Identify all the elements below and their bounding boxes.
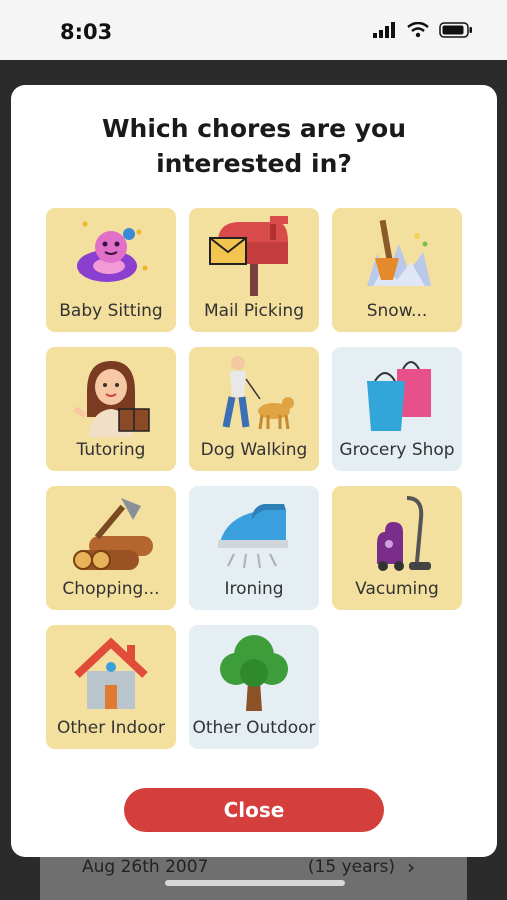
chore-label: Chopping... (62, 579, 160, 599)
chore-tile-snow[interactable]: Snow... (332, 208, 462, 332)
chore-tile-chopping[interactable]: Chopping... (46, 486, 176, 610)
vacuum-icon (377, 496, 431, 571)
chore-tile-grocery-shop[interactable]: Grocery Shop (332, 347, 462, 471)
chore-label: Mail Picking (203, 301, 305, 321)
chore-tile-other-indoor[interactable]: Other Indoor (46, 625, 176, 749)
chore-label: Other Outdoor (192, 718, 316, 738)
chevron-right-icon: › (407, 855, 415, 879)
status-bar: 8:03 (0, 0, 507, 60)
shopping-bags-icon (367, 361, 431, 431)
chore-tile-baby-sitting[interactable]: Baby Sitting (46, 208, 176, 332)
chore-tile-tutoring[interactable]: Tutoring (46, 347, 176, 471)
battery-icon (439, 22, 472, 38)
chore-tile-dog-walking[interactable]: Dog Walking (189, 347, 319, 471)
iron-icon (218, 504, 288, 569)
chore-tile-ironing[interactable]: Ironing (189, 486, 319, 610)
snow-shovel-icon (367, 219, 431, 286)
mailbox-icon (209, 216, 288, 296)
chore-label: Ironing (224, 579, 284, 599)
pacifier-icon (77, 221, 148, 282)
modal-title-line-1: Which chores are you (101, 114, 407, 143)
birthdate-text: Aug 26th 2007 (82, 857, 209, 877)
wifi-icon (407, 22, 429, 38)
chore-label: Vacuming (355, 579, 439, 599)
dog-walker-icon (222, 356, 294, 430)
chore-label: Snow... (366, 301, 428, 321)
close-button[interactable]: Close (124, 788, 384, 832)
chore-label: Baby Sitting (59, 301, 163, 321)
chore-label: Dog Walking (200, 440, 308, 460)
chore-tile-mail-picking[interactable]: Mail Picking (189, 208, 319, 332)
status-icons (373, 22, 473, 38)
age-text: (15 years) (307, 857, 395, 877)
modal-title-line-2: interested in? (156, 149, 352, 178)
signal-icon (373, 22, 395, 38)
home-indicator (165, 880, 345, 886)
tree-icon (220, 635, 288, 711)
status-time: 8:03 (60, 20, 113, 44)
chore-tile-other-outdoor[interactable]: Other Outdoor (189, 625, 319, 749)
chopping-wood-icon (73, 498, 153, 570)
modal-title: Which chores are you interested in? (51, 111, 457, 181)
chore-label: Tutoring (76, 440, 146, 460)
chore-label: Grocery Shop (339, 440, 455, 460)
chores-grid: Baby Sitting Mail Picking Snow... Tutori… (46, 208, 466, 749)
chores-modal: Which chores are you interested in? Baby… (11, 85, 497, 857)
tutor-icon (73, 361, 150, 437)
chore-label: Other Indoor (56, 718, 166, 738)
house-icon (74, 637, 148, 709)
chore-tile-vacuming[interactable]: Vacuming (332, 486, 462, 610)
